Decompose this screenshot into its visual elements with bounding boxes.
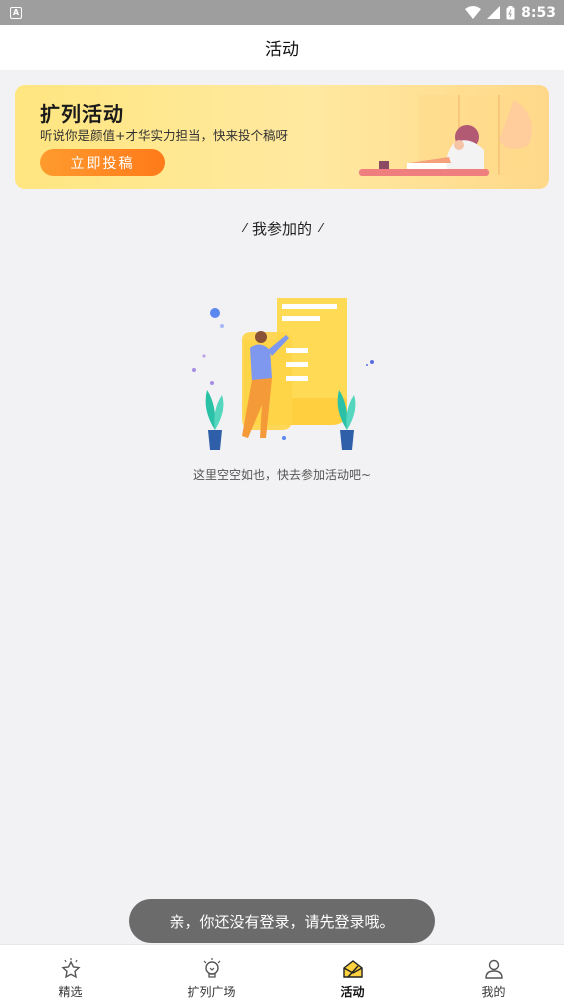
tab-plaza-label: 扩列广场 xyxy=(187,985,236,999)
person-icon xyxy=(484,959,503,979)
page-title: 活动 xyxy=(265,40,299,60)
tab-plaza[interactable]: 扩列广场 xyxy=(141,945,282,1004)
banner-subtitle: 听说你是颜值+才华实力担当，快来投个稿呀 xyxy=(40,128,288,143)
bottom-nav: 精选 扩列广场 活动 我的 xyxy=(0,944,564,1004)
lightbulb-icon xyxy=(203,958,220,978)
envelope-icon xyxy=(342,960,363,978)
wifi-icon xyxy=(465,6,482,19)
section-title: 我参加的 xyxy=(251,219,312,238)
section-header: ⁄⁄ 我参加的 ⁄⁄ xyxy=(0,216,564,240)
title-bar: 活动 xyxy=(0,25,564,70)
empty-state-illustration xyxy=(192,298,374,450)
tab-profile[interactable]: 我的 xyxy=(423,945,564,1004)
submit-button[interactable]: 立即投稿 xyxy=(40,149,165,176)
clock: 8:53 xyxy=(521,4,556,21)
tab-activity[interactable]: 活动 xyxy=(282,945,423,1004)
signal-icon xyxy=(487,6,501,19)
tab-activity-label: 活动 xyxy=(340,985,365,999)
tab-featured[interactable]: 精选 xyxy=(0,945,141,1004)
banner-title: 扩列活动 xyxy=(40,102,124,126)
empty-state-text: 这里空空如也，快去参加活动吧~ xyxy=(192,468,372,482)
banner-illustration xyxy=(359,95,532,176)
tab-featured-label: 精选 xyxy=(58,985,83,999)
battery-icon xyxy=(506,5,515,19)
star-icon xyxy=(60,958,81,979)
activity-banner[interactable]: 扩列活动 听说你是颜值+才华实力担当，快来投个稿呀 立即投稿 xyxy=(15,85,549,189)
login-toast: 亲，你还没有登录，请先登录哦。 xyxy=(129,899,435,943)
tab-profile-label: 我的 xyxy=(481,985,506,999)
notification-icon: A xyxy=(10,6,22,19)
status-bar: A 8:53 xyxy=(0,0,564,25)
